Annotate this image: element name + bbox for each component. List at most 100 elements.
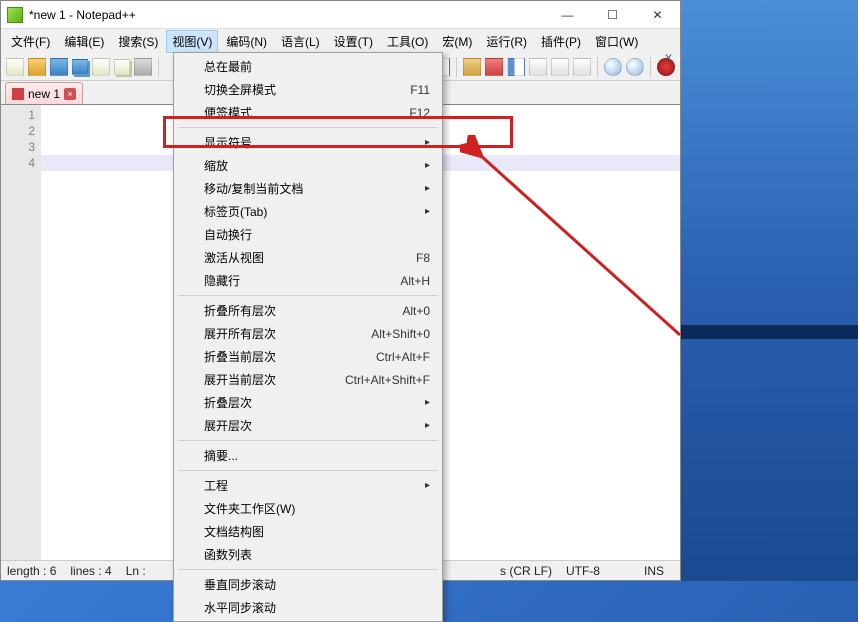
menu-file[interactable]: 文件(F)	[5, 30, 56, 53]
zoom-out-icon[interactable]	[626, 58, 644, 76]
tab-close-icon[interactable]: ×	[64, 88, 76, 100]
menu-item[interactable]: 展开所有层次 Alt+Shift+0	[176, 322, 440, 345]
doc-map-icon[interactable]	[529, 58, 547, 76]
menu-item[interactable]: 折叠当前层次Ctrl+Alt+F	[176, 345, 440, 368]
menu-shortcut: Alt+Shift+0	[371, 327, 430, 341]
show-symbols-icon[interactable]	[485, 58, 503, 76]
menu-item[interactable]: 激活从视图F8	[176, 246, 440, 269]
save-icon[interactable]	[50, 58, 68, 76]
menu-item-label: 移动/复制当前文档	[204, 180, 303, 197]
menu-item[interactable]: 文档结构图	[176, 520, 440, 543]
menu-item[interactable]: 水平同步滚动	[176, 596, 440, 619]
status-ln: Ln :	[126, 564, 146, 578]
menu-window[interactable]: 窗口(W)	[589, 30, 644, 53]
menu-settings[interactable]: 设置(T)	[328, 30, 379, 53]
menu-item-label: 水平同步滚动	[204, 599, 276, 616]
menu-item[interactable]: 展开当前层次 Ctrl+Alt+Shift+F	[176, 368, 440, 391]
menu-separator	[178, 127, 438, 128]
line-number: 4	[1, 155, 35, 171]
document-tab[interactable]: new 1 ×	[5, 82, 83, 104]
line-number: 1	[1, 107, 35, 123]
menu-item[interactable]: 隐藏行Alt+H	[176, 269, 440, 292]
menu-item[interactable]: 标签页(Tab)▸	[176, 200, 440, 223]
menu-item[interactable]: 切换全屏模式 F11	[176, 78, 440, 101]
menu-separator	[178, 470, 438, 471]
menu-shortcut: F11	[410, 83, 430, 97]
wrap-icon[interactable]	[463, 58, 481, 76]
menu-run[interactable]: 运行(R)	[480, 30, 533, 53]
open-file-icon[interactable]	[28, 58, 46, 76]
menu-item[interactable]: 总在最前	[176, 55, 440, 78]
submenu-arrow-icon: ▸	[425, 397, 430, 408]
zoom-in-icon[interactable]	[604, 58, 622, 76]
menu-item[interactable]: 折叠所有层次Alt+0	[176, 299, 440, 322]
status-eol: s (CR LF)	[500, 564, 552, 578]
menu-item-label: 隐藏行	[204, 272, 240, 289]
func-list-icon[interactable]	[551, 58, 569, 76]
toolbar-separator	[597, 57, 598, 77]
menu-item[interactable]: 摘要...	[176, 444, 440, 467]
menu-item-label: 工程	[204, 477, 228, 494]
menubar: 文件(F) 编辑(E) 搜索(S) 视图(V) 编码(N) 语言(L) 设置(T…	[1, 29, 680, 53]
menu-separator	[178, 295, 438, 296]
menu-item-label: 展开所有层次	[204, 325, 276, 342]
menu-item-label: 文档结构图	[204, 523, 264, 540]
menu-item-label: 摘要...	[204, 447, 238, 464]
menu-edit[interactable]: 编辑(E)	[58, 30, 110, 53]
menu-item-label: 切换全屏模式	[204, 81, 276, 98]
menu-shortcut: F8	[416, 251, 430, 265]
menu-item[interactable]: 移动/复制当前文档▸	[176, 177, 440, 200]
menu-item[interactable]: 显示符号▸	[176, 131, 440, 154]
menu-encoding[interactable]: 编码(N)	[220, 30, 273, 53]
desktop-background	[681, 0, 858, 581]
menu-shortcut: Ctrl+Alt+Shift+F	[345, 373, 430, 387]
line-number: 3	[1, 139, 35, 155]
view-menu-dropdown: 总在最前切换全屏模式F11便签模式F12显示符号▸缩放▸移动/复制当前文档▸标签…	[173, 52, 443, 622]
menu-item[interactable]: 函数列表	[176, 543, 440, 566]
status-lines: lines : 4	[70, 564, 111, 578]
menu-item-label: 展开层次	[204, 417, 252, 434]
line-number: 2	[1, 123, 35, 139]
menu-item[interactable]: 自动换行	[176, 223, 440, 246]
submenu-arrow-icon: ▸	[425, 420, 430, 431]
menubar-close-icon[interactable]: x	[665, 49, 672, 65]
folder-icon[interactable]	[573, 58, 591, 76]
menu-item[interactable]: 垂直同步滚动	[176, 573, 440, 596]
save-all-icon[interactable]	[72, 59, 88, 75]
menu-item[interactable]: 文件夹工作区(W)	[176, 497, 440, 520]
menu-language[interactable]: 语言(L)	[275, 30, 326, 53]
menu-item[interactable]: 工程▸	[176, 474, 440, 497]
menu-macro[interactable]: 宏(M)	[436, 30, 478, 53]
status-encoding: UTF-8	[566, 564, 600, 578]
menu-item[interactable]: 缩放▸	[176, 154, 440, 177]
close-all-icon[interactable]	[114, 59, 130, 75]
print-icon[interactable]	[134, 58, 152, 76]
menu-item-label: 便签模式	[204, 104, 252, 121]
submenu-arrow-icon: ▸	[425, 160, 430, 171]
menu-item[interactable]: 便签模式F12	[176, 101, 440, 124]
menu-item[interactable]: 折叠层次 ▸	[176, 391, 440, 414]
menu-item-label: 垂直同步滚动	[204, 576, 276, 593]
toolbar-separator	[456, 57, 457, 77]
new-file-icon[interactable]	[6, 58, 24, 76]
menu-plugins[interactable]: 插件(P)	[535, 30, 587, 53]
minimize-button[interactable]: —	[545, 1, 590, 29]
titlebar[interactable]: *new 1 - Notepad++ — ☐ ✕	[1, 1, 680, 29]
close-file-icon[interactable]	[92, 58, 110, 76]
menu-tools[interactable]: 工具(O)	[381, 30, 434, 53]
menu-shortcut: Ctrl+Alt+F	[376, 350, 430, 364]
app-icon	[7, 7, 23, 23]
menu-view[interactable]: 视图(V)	[166, 30, 218, 53]
menu-item[interactable]: 展开层次 ▸	[176, 414, 440, 437]
window-controls: — ☐ ✕	[545, 1, 680, 29]
menu-item-label: 函数列表	[204, 546, 252, 563]
close-button[interactable]: ✕	[635, 1, 680, 29]
indent-guide-icon[interactable]	[507, 58, 525, 76]
menu-item-label: 展开当前层次	[204, 371, 276, 388]
menu-item-label: 文件夹工作区(W)	[204, 500, 295, 517]
menu-separator	[178, 569, 438, 570]
menu-separator	[178, 440, 438, 441]
maximize-button[interactable]: ☐	[590, 1, 635, 29]
menu-search[interactable]: 搜索(S)	[112, 30, 164, 53]
menu-item-label: 折叠层次	[204, 394, 252, 411]
